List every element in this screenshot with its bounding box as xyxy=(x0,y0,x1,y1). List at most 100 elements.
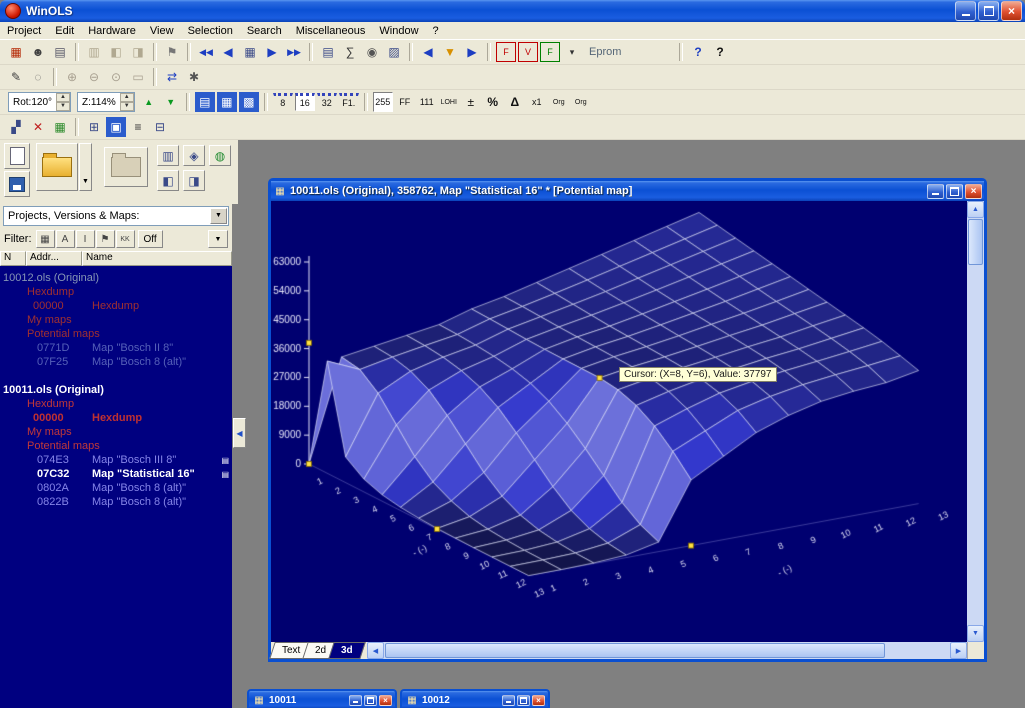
camera-icon[interactable]: ◉ xyxy=(362,42,382,62)
context-help-icon[interactable]: ? xyxy=(710,42,730,62)
step-down-icon[interactable]: ▼ xyxy=(161,92,181,112)
web-icon[interactable]: ◍ xyxy=(209,145,231,166)
menu-edit[interactable]: Edit xyxy=(48,24,81,38)
menu-help[interactable]: ? xyxy=(426,24,446,38)
minimized-window-10011[interactable]: ▦ 10011 × xyxy=(247,689,397,708)
search-back-icon[interactable]: ◀ xyxy=(418,42,438,62)
search-funnel-icon[interactable]: ▼ xyxy=(440,42,460,62)
new-project-button[interactable] xyxy=(4,143,30,169)
tree-row[interactable]: Potential maps xyxy=(0,439,232,453)
prev-window-icon[interactable]: ◀ xyxy=(218,42,238,62)
menu-search[interactable]: Search xyxy=(240,24,289,38)
rotation-spinner[interactable]: Rot:120°▲▼ xyxy=(8,92,71,112)
checksum-v-icon[interactable]: V xyxy=(518,42,538,62)
filter-off-button[interactable]: Off xyxy=(138,230,163,248)
view-text-icon[interactable]: ▤ xyxy=(195,92,215,112)
width-32-icon[interactable]: 32 xyxy=(317,93,337,111)
menu-project[interactable]: Project xyxy=(0,24,48,38)
zoom-fit-icon[interactable]: ▭ xyxy=(128,67,148,87)
gear-icon[interactable]: ✱ xyxy=(184,67,204,87)
map-minimize-button[interactable] xyxy=(927,184,944,199)
lasso-select-icon[interactable]: ◌ xyxy=(28,67,48,87)
client-data-icon[interactable]: ☻ xyxy=(28,42,48,62)
duplicate-window-icon[interactable]: ▥ xyxy=(157,145,179,166)
filter-size-icon[interactable]: ▦ xyxy=(36,230,55,248)
view-2d-icon[interactable]: ▦ xyxy=(217,92,237,112)
menu-selection[interactable]: Selection xyxy=(181,24,240,38)
zoom-spinner-arrows[interactable]: ▲▼ xyxy=(120,93,134,111)
tree-row[interactable]: Hexdump xyxy=(0,285,232,299)
surface-plot-canvas[interactable] xyxy=(271,201,967,642)
eprom-view-combo[interactable]: Eprom xyxy=(583,43,675,61)
checksum-dropdown-icon[interactable]: ▾ xyxy=(562,42,582,62)
save-project-button[interactable] xyxy=(4,171,30,197)
open-ecu-icon[interactable]: ▥ xyxy=(84,42,104,62)
tree-row[interactable]: 0802AMap "Bosch 8 (alt)" xyxy=(0,481,232,495)
x1-icon[interactable]: x1 xyxy=(527,92,547,112)
edit-pencil-icon[interactable]: ✎ xyxy=(6,67,26,87)
map-window-titlebar[interactable]: ▦ 10011.ols (Original), 358762, Map "Sta… xyxy=(271,181,984,201)
horizontal-scroll-thumb[interactable] xyxy=(385,643,885,658)
flag-icon[interactable]: ⚑ xyxy=(162,42,182,62)
tree-row[interactable]: 07F25Map "Bosch 8 (alt)" xyxy=(0,355,232,369)
minimized-window-10012[interactable]: ▦ 10012 × xyxy=(400,689,550,708)
panel-collapse-button[interactable]: ◀ xyxy=(233,418,246,448)
filter-dropdown-button[interactable]: ▼ xyxy=(208,230,228,248)
column-header-addr[interactable]: Addr... xyxy=(26,251,82,266)
read-ecu-icon[interactable]: ◧ xyxy=(106,42,126,62)
fmt-255-icon[interactable]: 255 xyxy=(373,92,393,112)
percent-icon[interactable]: % xyxy=(483,92,503,112)
window-export-icon[interactable]: ◨ xyxy=(183,170,205,191)
scroll-up-button[interactable]: ▲ xyxy=(967,201,984,218)
next-window-icon[interactable]: ▶ xyxy=(262,42,282,62)
search-window-icon[interactable]: ◈ xyxy=(183,145,205,166)
mini-close-button[interactable]: × xyxy=(379,695,392,706)
map-list-icon[interactable]: ▞ xyxy=(6,117,26,137)
column-header-name[interactable]: Name xyxy=(82,251,232,266)
menu-miscellaneous[interactable]: Miscellaneous xyxy=(289,24,373,38)
step-up-icon[interactable]: ▲ xyxy=(139,92,159,112)
width-8-icon[interactable]: 8 xyxy=(273,93,293,111)
horizontal-scrollbar[interactable]: ◀ ▶ xyxy=(367,642,967,659)
tree-row[interactable]: 10011.ols (Original) xyxy=(0,383,232,397)
first-window-icon[interactable]: ◀◀ xyxy=(196,42,216,62)
delta-icon[interactable]: Δ xyxy=(505,92,525,112)
app-maximize-button[interactable] xyxy=(978,1,999,21)
window-left-icon[interactable]: ◧ xyxy=(157,170,179,191)
fmt-lohi-icon[interactable]: LOHI xyxy=(439,92,459,112)
tree-row[interactable]: My maps xyxy=(0,313,232,327)
tree-row[interactable]: 074E3Map "Bosch III 8"▤ xyxy=(0,453,232,467)
filter-flag-icon[interactable]: ⚑ xyxy=(96,230,115,248)
tree-row[interactable]: 10012.ols (Original) xyxy=(0,271,232,285)
hexdump-table-icon[interactable]: ▦ xyxy=(240,42,260,62)
zoom-spinner[interactable]: Z:114%▲▼ xyxy=(77,92,135,112)
swap-icon[interactable]: ⇄ xyxy=(162,67,182,87)
scroll-right-button[interactable]: ▶ xyxy=(950,642,967,659)
filter-a-icon[interactable]: A xyxy=(56,230,75,248)
checksum-f-icon[interactable]: F xyxy=(496,42,516,62)
fmt-ff-icon[interactable]: FF xyxy=(395,92,415,112)
tree-row[interactable]: 07C32Map "Statistical 16"▤ xyxy=(0,467,232,481)
projects-combo[interactable]: Projects, Versions & Maps: ▼ xyxy=(3,206,229,226)
width-f1-icon[interactable]: F1. xyxy=(339,93,359,111)
open-project-dropdown[interactable]: ▼ xyxy=(79,143,92,191)
menu-window[interactable]: Window xyxy=(372,24,425,38)
mini-restore-button[interactable] xyxy=(364,695,377,706)
print-icon[interactable]: ▤ xyxy=(50,42,70,62)
mini-minimize-button[interactable] xyxy=(349,695,362,706)
add-column-icon[interactable]: ⊞ xyxy=(84,117,104,137)
tree-row[interactable]: Hexdump xyxy=(0,397,232,411)
insert-map-icon[interactable]: ▦ xyxy=(50,117,70,137)
row-mode-icon[interactable]: ⊟ xyxy=(150,117,170,137)
hatch-map-icon[interactable]: ▨ xyxy=(384,42,404,62)
menu-view[interactable]: View xyxy=(143,24,181,38)
vertical-scrollbar[interactable]: ▲ ▼ xyxy=(967,201,984,642)
sigma-statistics-icon[interactable]: ∑ xyxy=(340,42,360,62)
write-ecu-icon[interactable]: ◨ xyxy=(128,42,148,62)
view-3d-icon[interactable]: ▩ xyxy=(239,92,259,112)
tree-row[interactable]: 00000Hexdump xyxy=(0,411,232,425)
properties-list-icon[interactable]: ≡ xyxy=(128,117,148,137)
window-mode-icon[interactable]: ▣ xyxy=(106,117,126,137)
width-16-icon[interactable]: 16 xyxy=(295,93,315,111)
scroll-down-button[interactable]: ▼ xyxy=(967,625,984,642)
